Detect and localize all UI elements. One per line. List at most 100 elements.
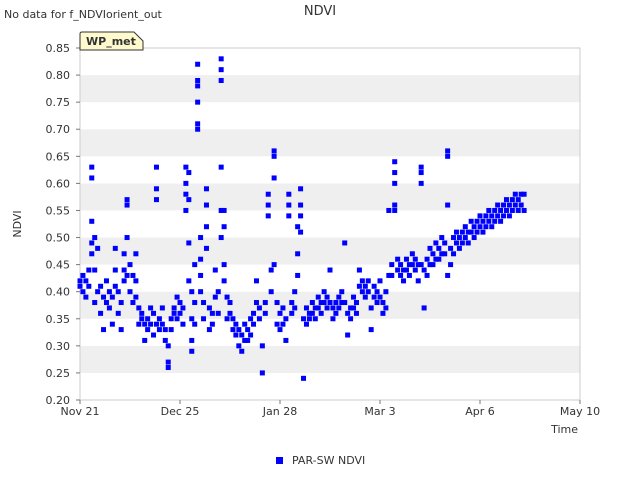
data-point <box>398 262 404 268</box>
data-point <box>442 251 448 257</box>
data-point <box>124 235 130 241</box>
data-point <box>318 310 324 316</box>
plot-band <box>80 156 580 184</box>
data-point <box>518 202 524 208</box>
data-point <box>365 289 371 295</box>
data-point <box>186 278 192 284</box>
data-point <box>468 229 474 235</box>
data-point <box>136 321 142 327</box>
data-point <box>271 175 277 181</box>
data-point <box>162 337 168 343</box>
data-point <box>224 294 230 300</box>
data-point <box>515 207 521 213</box>
data-point <box>83 278 89 284</box>
data-point <box>462 235 468 241</box>
data-point <box>148 305 154 311</box>
data-point <box>101 294 107 300</box>
data-point <box>418 262 424 268</box>
x-tick-label: Apr 6 <box>465 405 495 418</box>
data-point <box>421 267 427 273</box>
data-point <box>474 218 480 224</box>
data-point <box>271 148 277 154</box>
data-point <box>95 289 101 295</box>
data-point <box>365 278 371 284</box>
data-point <box>383 305 389 311</box>
data-point <box>348 316 354 322</box>
data-point <box>95 245 101 251</box>
data-point <box>336 294 342 300</box>
data-point <box>121 267 127 273</box>
data-point <box>209 321 215 327</box>
data-point <box>356 283 362 289</box>
data-point <box>212 267 218 273</box>
data-point <box>239 348 245 354</box>
data-point <box>153 321 159 327</box>
data-point <box>236 327 242 333</box>
data-point <box>298 229 304 235</box>
data-point <box>395 267 401 273</box>
data-point <box>392 180 398 186</box>
data-point <box>112 245 118 251</box>
data-point <box>268 267 274 273</box>
data-point <box>262 310 268 316</box>
data-point <box>286 202 292 208</box>
data-point <box>506 202 512 208</box>
data-point <box>377 294 383 300</box>
data-point <box>336 305 342 311</box>
data-point <box>362 283 368 289</box>
data-point <box>486 218 492 224</box>
data-point <box>392 170 398 176</box>
y-tick-label: 0.45 <box>46 259 71 272</box>
data-point <box>298 213 304 219</box>
plot-band <box>80 372 580 400</box>
data-point <box>324 294 330 300</box>
site-badge-label: WP_met <box>86 35 136 48</box>
data-point <box>483 224 489 230</box>
legend-marker <box>276 457 283 464</box>
data-point <box>353 310 359 316</box>
data-point <box>515 197 521 203</box>
chart-title: NDVI <box>304 4 336 19</box>
data-point <box>180 321 186 327</box>
data-point <box>103 278 109 284</box>
data-point <box>80 289 86 295</box>
data-point <box>121 251 127 257</box>
data-point <box>342 300 348 306</box>
data-point <box>142 321 148 327</box>
data-point <box>183 180 189 186</box>
data-point <box>392 159 398 165</box>
data-point <box>306 316 312 322</box>
y-tick-label: 0.30 <box>46 340 71 353</box>
data-point <box>227 310 233 316</box>
data-point <box>195 99 201 105</box>
data-point <box>195 121 201 127</box>
data-point <box>195 83 201 89</box>
data-point <box>256 316 262 322</box>
x-tick-label: Nov 21 <box>61 405 100 418</box>
data-point <box>351 294 357 300</box>
data-point <box>251 321 257 327</box>
data-point <box>474 229 480 235</box>
data-point <box>392 207 398 213</box>
data-point <box>177 300 183 306</box>
data-point <box>177 310 183 316</box>
plot-band <box>80 48 580 76</box>
data-point <box>186 170 192 176</box>
data-point <box>483 213 489 219</box>
data-point <box>295 272 301 278</box>
data-point <box>115 289 121 295</box>
data-point <box>492 218 498 224</box>
data-point <box>92 267 98 273</box>
data-point <box>162 327 168 333</box>
data-point <box>218 235 224 241</box>
data-point <box>512 191 518 197</box>
data-point <box>453 240 459 246</box>
data-point <box>165 359 171 365</box>
x-tick-label: Dec 25 <box>161 405 200 418</box>
data-point <box>424 256 430 262</box>
data-point <box>268 289 274 295</box>
data-point <box>221 207 227 213</box>
data-point <box>153 186 159 192</box>
data-point <box>259 343 265 349</box>
data-point <box>283 337 289 343</box>
